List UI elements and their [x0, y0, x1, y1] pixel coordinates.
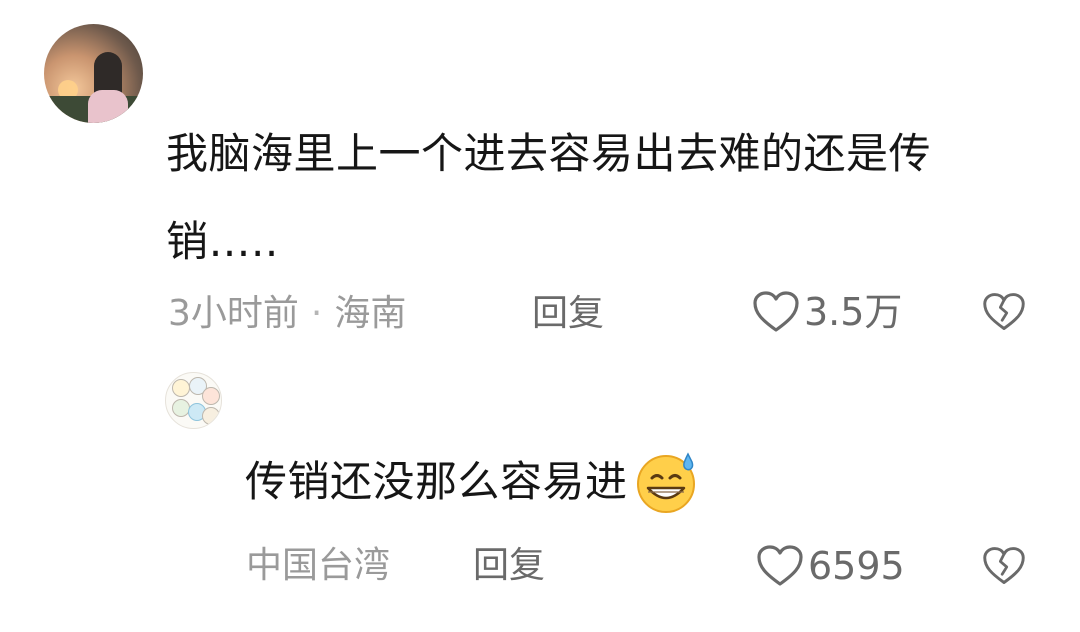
comment-text: 我脑海里上一个进去容易出去难的还是传销….. [166, 129, 932, 266]
heart-outline-icon [753, 291, 799, 332]
reply-reply-button[interactable]: 回复 [473, 544, 545, 588]
reply-like-count: 6595 [808, 544, 905, 588]
commenter-avatar[interactable] [44, 24, 143, 123]
avatar-dress [88, 90, 128, 123]
reply-like-button[interactable]: 6595 [756, 544, 905, 588]
reply-location: 中国台湾 [246, 545, 391, 586]
reply-text: 传销还没那么容易进 [245, 457, 628, 506]
heart-outline-icon [757, 545, 803, 586]
broken-heart-outline-icon[interactable] [982, 290, 1026, 334]
comment-time: 3小时前 [168, 293, 299, 334]
broken-heart-outline-icon[interactable] [982, 544, 1026, 588]
comment-like-count: 3.5万 [804, 290, 903, 334]
avatar-cat [202, 407, 220, 425]
comment-reply-button[interactable]: 回复 [532, 292, 604, 336]
comment-like-button[interactable]: 3.5万 [752, 290, 902, 334]
meta-separator: · [310, 293, 323, 334]
avatar-cat [202, 387, 220, 405]
avatar-cat [172, 379, 190, 397]
grinning-face-with-sweat-icon [636, 452, 695, 513]
reply-text-row: 传销还没那么容易进 [245, 450, 702, 514]
comment-meta: 3小时前 · 海南 [168, 292, 406, 336]
avatar-cat [172, 399, 190, 417]
reply-avatar[interactable] [165, 372, 222, 429]
comment-location: 海南 [334, 293, 407, 334]
